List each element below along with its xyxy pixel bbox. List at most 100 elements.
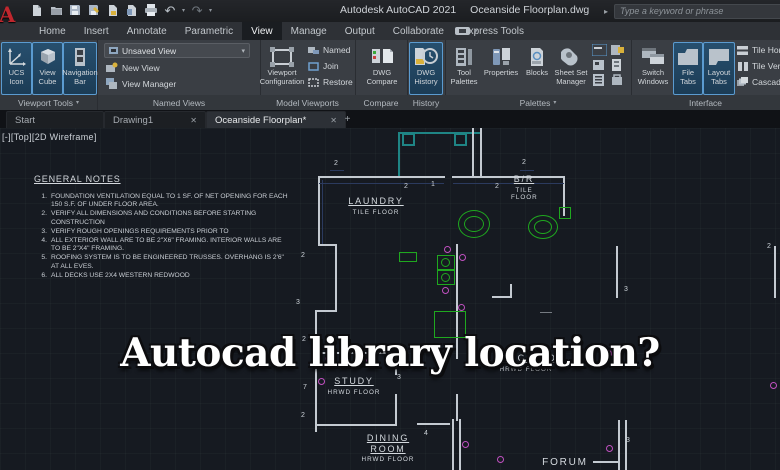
autocad-window: A ↶ ▾ ↷ ▾ Autodesk AutoCAD 2021 Oceansid… [0, 0, 780, 470]
cascade-button[interactable]: Cascade [737, 77, 780, 87]
tool-palettes-button[interactable]: Tool Palettes [447, 42, 481, 95]
electrical-symbol [459, 254, 466, 261]
door-tag: 2 [334, 160, 338, 167]
transfer-icon[interactable] [125, 3, 139, 17]
appliance-symbol [441, 273, 450, 282]
wall-segment [618, 420, 620, 470]
ribbon-display-caret-icon[interactable]: ▾ [474, 27, 478, 35]
document-title: Oceanside Floorplan.dwg [470, 4, 589, 16]
undo-dropdown-icon[interactable]: ▾ [182, 7, 185, 14]
navigation-bar-button[interactable]: Navigation Bar [63, 42, 97, 95]
title-bar: A ↶ ▾ ↷ ▾ Autodesk AutoCAD 2021 Oceansid… [0, 0, 780, 22]
save-as-icon[interactable] [87, 3, 101, 17]
tab-parametric[interactable]: Parametric [176, 22, 242, 40]
view-cube-button[interactable]: View Cube [32, 42, 63, 95]
command-line-icon[interactable] [592, 44, 607, 56]
close-icon[interactable]: ✕ [190, 116, 197, 125]
panel-label-palettes[interactable]: Palettes▾ [445, 95, 631, 110]
blocks-button[interactable]: Blocks [521, 42, 553, 95]
tool-palettes-icon [455, 45, 473, 69]
restore-viewport-icon [308, 78, 319, 87]
restore-viewport-button[interactable]: Restore [308, 77, 353, 87]
door-tag: 3 [624, 286, 628, 293]
deck-post [454, 133, 467, 146]
dwg-compare-button[interactable]: DWG Compare [362, 42, 402, 95]
dropdown-caret-icon: ▾ [241, 47, 245, 55]
wall-segment [318, 178, 320, 246]
join-viewport-button[interactable]: Join [308, 61, 339, 71]
electrical-symbol [497, 456, 504, 463]
file-tab-drawing1[interactable]: Drawing1 ✕ [104, 111, 206, 129]
markup-palette-icon[interactable] [610, 59, 625, 71]
new-view-icon [106, 62, 118, 73]
redo-icon[interactable]: ↷ [190, 3, 204, 17]
room-label-forum: FORUM [534, 458, 596, 469]
navigation-bar-icon [73, 45, 87, 69]
tab-annotate[interactable]: Annotate [118, 22, 176, 40]
ucs-icon-button[interactable]: UCS Icon [1, 42, 32, 95]
properties-button[interactable]: Properties [481, 42, 521, 95]
open-folder-icon[interactable] [49, 3, 63, 17]
tile-vertically-button[interactable]: Tile Vertically [737, 61, 780, 71]
ribbon-display-toggle-icon[interactable] [455, 27, 470, 35]
tab-view[interactable]: View [242, 22, 282, 40]
tab-manage[interactable]: Manage [282, 22, 336, 40]
view-dropdown[interactable]: Unsaved View ▾ [104, 43, 250, 58]
file-tab-start[interactable]: Start [6, 111, 104, 129]
wall-segment [318, 176, 445, 178]
undo-icon[interactable]: ↶ [163, 3, 177, 17]
deck-post [402, 133, 415, 146]
wall-segment [774, 246, 776, 298]
new-view-button[interactable]: New View [106, 62, 160, 73]
panel-label-named-views: Named Views [98, 95, 260, 110]
drawing-canvas[interactable]: [-][Top][2D Wireframe] GENERAL NOTES 1.F… [0, 128, 780, 470]
tab-output[interactable]: Output [336, 22, 384, 40]
close-icon[interactable]: ✕ [330, 116, 337, 125]
file-tab-bar: Start Drawing1 ✕ Oceanside Floorplan* ✕ … [0, 110, 780, 128]
electrical-symbol [770, 382, 777, 389]
panel-label-model-viewports: Model Viewports [260, 95, 355, 110]
search-expand-icon[interactable]: ▸ [604, 7, 608, 16]
panel-named-views: Unsaved View ▾ New View View Manager Nam… [98, 40, 261, 110]
file-tab-oceanside-floorplan[interactable]: Oceanside Floorplan* ✕ [206, 111, 346, 129]
sheet-set-manager-button[interactable]: Sheet Set Manager [551, 42, 591, 95]
save-icon[interactable] [68, 3, 82, 17]
electrical-symbol [442, 287, 449, 294]
wall-segment [317, 424, 397, 426]
new-file-icon[interactable] [30, 3, 44, 17]
note-item: 5.ROOFING SYSTEM IS TO BE ENGINEERED TRU… [34, 254, 319, 270]
help-search: ▸ Type a keyword or phrase [604, 4, 780, 19]
tile-horizontally-button[interactable]: Tile Horizontally [737, 45, 780, 55]
wall-segment [456, 394, 458, 421]
autocad-app-menu-icon[interactable]: A [0, 2, 21, 28]
layout-tabs-button[interactable]: Layout Tabs [703, 42, 735, 95]
room-label-laundry: LAUNDRY TILE FLOOR [345, 196, 407, 216]
print-icon[interactable] [144, 3, 158, 17]
view-manager-button[interactable]: View Manager [106, 78, 176, 89]
view-state-icon [109, 46, 118, 55]
properties-icon [492, 45, 510, 69]
reference-palette-icon[interactable] [592, 59, 607, 71]
door-tag: 3 [626, 437, 630, 444]
note-item: 3.VERIFY ROUGH OPENINGS REQUIREMENTS PRI… [34, 228, 319, 236]
count-palette-icon[interactable] [610, 44, 625, 56]
new-tab-button[interactable]: + [342, 114, 353, 125]
wall-segment [625, 420, 627, 470]
dimension-line [520, 170, 534, 171]
search-input[interactable]: Type a keyword or phrase [614, 4, 780, 19]
viewport-controls[interactable]: [-][Top][2D Wireframe] [2, 132, 97, 142]
switch-windows-button[interactable]: Switch Windows [633, 42, 673, 95]
dwg-history-button[interactable]: DWG History [409, 42, 443, 95]
tab-insert[interactable]: Insert [75, 22, 118, 40]
tile-vertical-icon [737, 62, 748, 71]
file-tabs-button[interactable]: File Tabs [673, 42, 703, 95]
panel-label-viewport-tools[interactable]: Viewport Tools▾ [0, 95, 97, 110]
viewport-configuration-button[interactable]: Viewport Configuration [262, 42, 302, 95]
lists-palette-icon[interactable] [592, 74, 607, 86]
plot-stamp-icon[interactable] [106, 3, 120, 17]
basket-palette-icon[interactable] [610, 74, 625, 86]
tab-collaborate[interactable]: Collaborate [384, 22, 453, 40]
redo-dropdown-icon[interactable]: ▾ [209, 7, 212, 14]
named-viewport-button[interactable]: Named [308, 45, 350, 55]
tab-home[interactable]: Home [30, 22, 75, 40]
